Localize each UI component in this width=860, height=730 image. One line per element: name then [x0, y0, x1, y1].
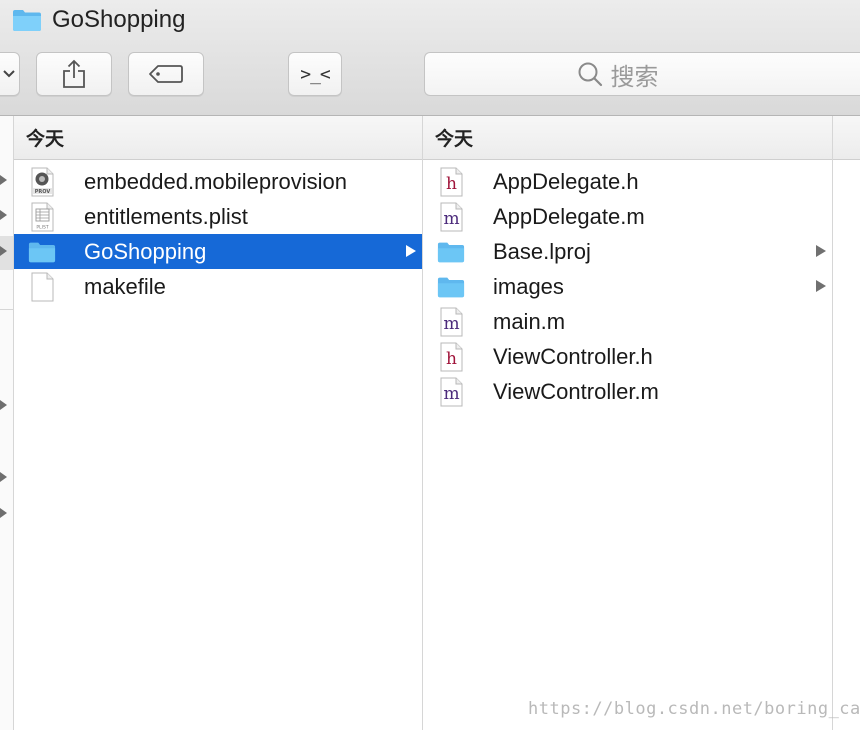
- disclosure-arrow-icon: [816, 245, 826, 257]
- file-row[interactable]: h AppDelegate.h: [423, 164, 832, 199]
- file-name: ViewController.h: [493, 343, 653, 369]
- column-header-empty: [833, 116, 860, 160]
- file-row[interactable]: Base.lproj: [423, 234, 832, 269]
- search-field[interactable]: 搜索: [424, 52, 860, 96]
- column-header: 今天: [423, 116, 832, 160]
- header-file-icon: h: [437, 167, 465, 197]
- implementation-file-icon: m: [437, 377, 465, 407]
- window-toolbar: GoShopping >_< 搜索: [0, 0, 860, 116]
- file-name: AppDelegate.m: [493, 203, 645, 229]
- chevron-down-icon: [3, 70, 15, 78]
- svg-text:h: h: [446, 349, 457, 369]
- file-list: PROV embedded.mobileprovision PLIST entitle…: [14, 160, 422, 304]
- disclosure-arrow-icon[interactable]: [0, 175, 7, 185]
- tag-icon: [149, 65, 183, 83]
- file-name: makefile: [84, 273, 166, 299]
- finder-column-2: 今天 h AppDelegate.h m AppDelegate.m Base.lpro…: [423, 116, 833, 730]
- file-name: embedded.mobileprovision: [84, 168, 347, 194]
- search-placeholder: 搜索: [610, 63, 659, 91]
- svg-text:m: m: [443, 209, 459, 229]
- file-row[interactable]: images: [423, 269, 832, 304]
- action-menu-button[interactable]: [0, 52, 20, 96]
- file-name: main.m: [493, 308, 566, 334]
- previous-column-strip: [0, 116, 14, 730]
- previous-column-divider: [0, 309, 13, 310]
- disclosure-arrow-icon[interactable]: [0, 210, 7, 220]
- search-icon: [578, 62, 602, 87]
- window-title: GoShopping: [52, 6, 186, 33]
- disclosure-arrow-icon[interactable]: [0, 400, 7, 410]
- disclosure-arrow-icon[interactable]: [0, 472, 7, 482]
- terminal-icon: >_<: [300, 63, 330, 85]
- file-name: entitlements.plist: [84, 203, 248, 229]
- column-header: 今天: [14, 116, 422, 160]
- header-file-icon: h: [437, 342, 465, 372]
- file-row[interactable]: GoShopping: [14, 234, 422, 269]
- terminal-button[interactable]: >_<: [288, 52, 342, 96]
- svg-text:PLIST: PLIST: [36, 224, 48, 230]
- svg-text:m: m: [443, 314, 459, 334]
- file-row[interactable]: h ViewController.h: [423, 339, 832, 374]
- folder-icon: [28, 237, 56, 267]
- svg-text:PROV: PROV: [35, 189, 51, 195]
- disclosure-arrow-icon: [816, 280, 826, 292]
- finder-column-3: [833, 116, 860, 730]
- provision-file-icon: PROV: [28, 167, 56, 197]
- file-name: Base.lproj: [493, 238, 591, 264]
- finder-column-1: 今天 PROV embedded.mobileprovision PLIST enti…: [14, 116, 423, 730]
- file-row[interactable]: m main.m: [423, 304, 832, 339]
- file-row[interactable]: m ViewController.m: [423, 374, 832, 409]
- window-title-row: GoShopping: [12, 5, 185, 35]
- file-row[interactable]: PLIST entitlements.plist: [14, 199, 422, 234]
- file-name: ViewController.m: [493, 378, 659, 404]
- search-inner: 搜索: [577, 57, 659, 92]
- folder-icon: [437, 237, 465, 267]
- share-icon: [63, 59, 85, 88]
- blank-file-icon: [28, 272, 56, 302]
- plist-file-icon: PLIST: [28, 202, 56, 232]
- tag-button[interactable]: [128, 52, 204, 96]
- watermark: https://blog.csdn.net/boring_cat: [528, 699, 860, 719]
- file-list: h AppDelegate.h m AppDelegate.m Base.lproj im…: [423, 160, 832, 409]
- file-row[interactable]: makefile: [14, 269, 422, 304]
- folder-icon: [437, 272, 465, 302]
- svg-text:m: m: [443, 384, 459, 404]
- disclosure-arrow-icon[interactable]: [0, 508, 7, 518]
- svg-text:h: h: [446, 174, 457, 194]
- implementation-file-icon: m: [437, 202, 465, 232]
- implementation-file-icon: m: [437, 307, 465, 337]
- file-name: GoShopping: [84, 238, 207, 264]
- folder-icon: [13, 10, 41, 31]
- disclosure-arrow-icon[interactable]: [0, 246, 7, 256]
- file-name: AppDelegate.h: [493, 168, 639, 194]
- file-row[interactable]: m AppDelegate.m: [423, 199, 832, 234]
- disclosure-arrow-icon: [406, 245, 416, 257]
- file-row[interactable]: PROV embedded.mobileprovision: [14, 164, 422, 199]
- share-button[interactable]: [36, 52, 112, 96]
- file-name: images: [493, 273, 564, 299]
